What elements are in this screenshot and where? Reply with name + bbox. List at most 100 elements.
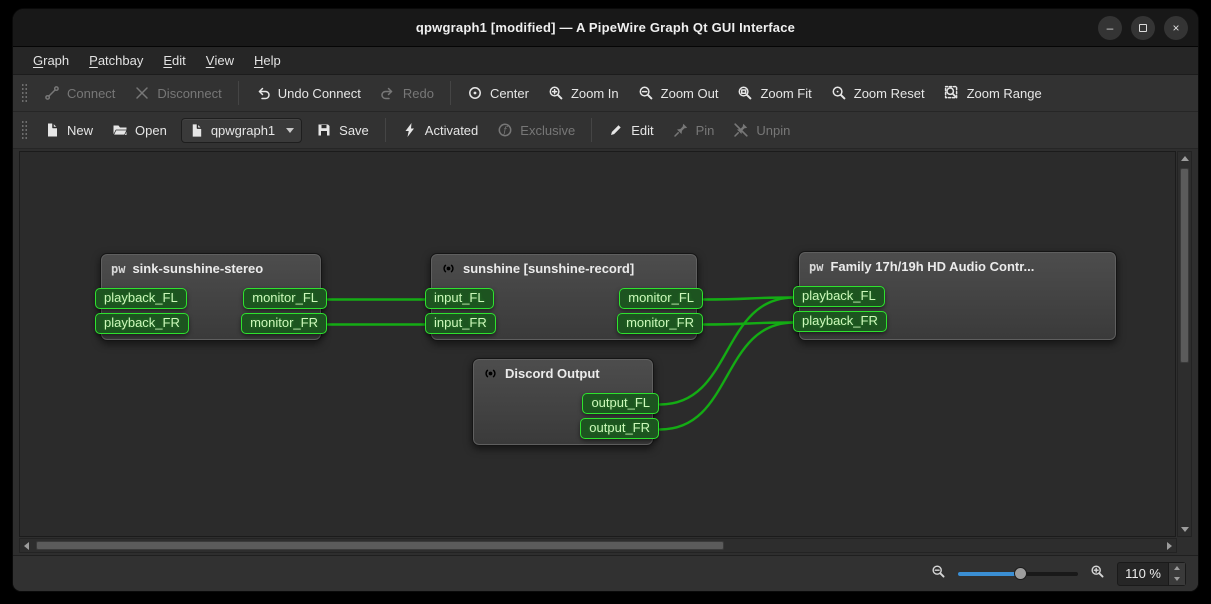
zoom-in-icon[interactable]	[1090, 564, 1105, 584]
new-button[interactable]: New	[35, 116, 102, 144]
vertical-scroll-thumb[interactable]	[1180, 168, 1189, 363]
toolbar-button-label: Exclusive	[520, 123, 575, 138]
zoom-in-button[interactable]: Zoom In	[539, 79, 628, 107]
toolbar-button-label: Edit	[631, 123, 653, 138]
undo-icon	[255, 85, 271, 101]
zoom-fit-icon	[737, 85, 753, 101]
port-monitor-fr[interactable]: monitor_FR	[617, 313, 703, 334]
node-title: Family 17h/19h HD Audio Contr...	[830, 259, 1034, 274]
menu-view[interactable]: View	[196, 47, 244, 74]
horizontal-scroll-thumb[interactable]	[36, 541, 724, 550]
port-output-fr[interactable]: output_FR	[580, 418, 659, 439]
window-controls: – ×	[1098, 9, 1188, 46]
port-playback-fr[interactable]: playback_FR	[95, 313, 189, 334]
zoom-out-button[interactable]: Zoom Out	[629, 79, 728, 107]
node-header[interactable]: pwsink-sunshine-stereo	[101, 254, 321, 280]
edit-icon	[608, 122, 624, 138]
node-header[interactable]: pwFamily 17h/19h HD Audio Contr...	[799, 252, 1116, 278]
zoom-spin-up-button[interactable]	[1169, 563, 1185, 574]
toolbar-handle[interactable]	[21, 120, 28, 140]
port-monitor-fr[interactable]: monitor_FR	[241, 313, 327, 334]
toolbar-button-label: Pin	[696, 123, 715, 138]
menu-edit[interactable]: Edit	[153, 47, 195, 74]
toolbar-separator	[238, 81, 239, 105]
toolbar-button-label: Zoom In	[571, 86, 619, 101]
up-arrow-icon	[1181, 156, 1189, 161]
toolbar-button-label: New	[67, 123, 93, 138]
connection-wire	[704, 323, 794, 325]
port-input-fr[interactable]: input_FR	[425, 313, 496, 334]
open-icon	[112, 122, 128, 138]
titlebar[interactable]: qpwgraph1 [modified] — A PipeWire Graph …	[13, 9, 1198, 47]
zoom-spinbox[interactable]: 110 %	[1117, 562, 1186, 586]
hscroll-row	[19, 538, 1192, 553]
down-arrow-icon	[1181, 527, 1189, 532]
node-header[interactable]: sunshine [sunshine-record]	[431, 254, 697, 280]
zoom-slider-handle[interactable]	[1014, 567, 1027, 580]
graph-canvas[interactable]: pwsink-sunshine-stereoplayback_FLplaybac…	[19, 151, 1176, 537]
toolbar-handle[interactable]	[21, 83, 28, 103]
connect-icon	[44, 85, 60, 101]
scroll-left-button[interactable]	[20, 539, 33, 552]
undo-connect-button[interactable]: Undo Connect	[246, 79, 370, 107]
node-sunshine-sunshine-record[interactable]: sunshine [sunshine-record]input_FLinput_…	[430, 253, 698, 341]
toolbar-button-label: Disconnect	[157, 86, 221, 101]
node-title: Discord Output	[505, 366, 600, 381]
node-header[interactable]: Discord Output	[473, 359, 653, 385]
scroll-down-button[interactable]	[1178, 523, 1191, 536]
zoom-in-icon	[548, 85, 564, 101]
center-button[interactable]: Center	[458, 79, 538, 107]
zoom-in-icon	[1090, 564, 1105, 579]
unpin-button[interactable]: Unpin	[724, 116, 799, 144]
main-area: pwsink-sunshine-stereoplayback_FLplaybac…	[19, 151, 1192, 537]
port-input-fl[interactable]: input_FL	[425, 288, 494, 309]
minimize-button[interactable]: –	[1098, 16, 1122, 40]
vertical-scrollbar[interactable]	[1177, 151, 1192, 537]
scroll-up-button[interactable]	[1178, 152, 1191, 165]
port-monitor-fl[interactable]: monitor_FL	[619, 288, 703, 309]
maximize-icon	[1139, 24, 1147, 32]
zoom-range-button[interactable]: Zoom Range	[935, 79, 1051, 107]
save-button[interactable]: Save	[307, 116, 378, 144]
size-grip[interactable]	[1177, 538, 1192, 553]
maximize-button[interactable]	[1131, 16, 1155, 40]
pin-icon	[673, 122, 689, 138]
port-playback-fl[interactable]: playback_FL	[793, 286, 885, 307]
right-arrow-icon	[1167, 542, 1172, 550]
toolbar-separator	[591, 118, 592, 142]
zoom-reset-button[interactable]: Zoom Reset	[822, 79, 934, 107]
connect-button[interactable]: Connect	[35, 79, 124, 107]
port-output-fl[interactable]: output_FL	[582, 393, 659, 414]
disconnect-button[interactable]: Disconnect	[125, 79, 230, 107]
scroll-right-button[interactable]	[1163, 539, 1176, 552]
zoom-slider[interactable]	[958, 567, 1078, 581]
close-button[interactable]: ×	[1164, 16, 1188, 40]
patchbay-selector-value: qpwgraph1	[211, 123, 275, 138]
zoom-spin-arrows	[1168, 563, 1185, 585]
node-family-17h-19h-hd-audio-contr[interactable]: pwFamily 17h/19h HD Audio Contr...playba…	[798, 251, 1117, 341]
patchbay-selector-combo[interactable]: qpwgraph1	[181, 118, 302, 143]
edit-button[interactable]: Edit	[599, 116, 662, 144]
save-icon	[316, 122, 332, 138]
horizontal-scrollbar[interactable]	[19, 538, 1177, 553]
menu-patchbay[interactable]: Patchbay	[79, 47, 153, 74]
node-discord-output[interactable]: Discord Outputoutput_FLoutput_FR	[472, 358, 654, 446]
port-playback-fl[interactable]: playback_FL	[95, 288, 187, 309]
redo-button[interactable]: Redo	[371, 79, 443, 107]
pin-button[interactable]: Pin	[664, 116, 724, 144]
menu-graph[interactable]: Graph	[23, 47, 79, 74]
redo-icon	[380, 85, 396, 101]
exclusive-icon: f	[497, 122, 513, 138]
node-sink-sunshine-stereo[interactable]: pwsink-sunshine-stereoplayback_FLplaybac…	[100, 253, 322, 341]
zoom-spin-down-button[interactable]	[1169, 574, 1185, 585]
toolbar-separator	[385, 118, 386, 142]
zoom-out-icon[interactable]	[931, 564, 946, 584]
open-button[interactable]: Open	[103, 116, 176, 144]
spin-up-icon	[1174, 566, 1180, 570]
activated-button[interactable]: Activated	[393, 116, 487, 144]
exclusive-button[interactable]: f Exclusive	[488, 116, 584, 144]
port-monitor-fl[interactable]: monitor_FL	[243, 288, 327, 309]
zoom-fit-button[interactable]: Zoom Fit	[728, 79, 820, 107]
menu-help[interactable]: Help	[244, 47, 291, 74]
port-playback-fr[interactable]: playback_FR	[793, 311, 887, 332]
